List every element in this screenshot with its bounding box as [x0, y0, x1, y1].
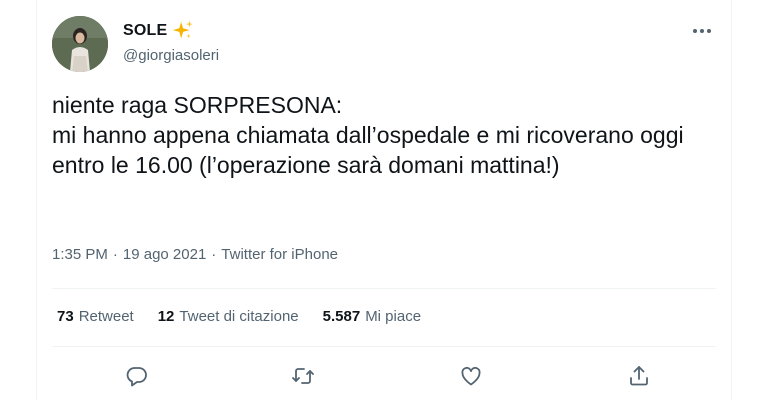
tweet-time[interactable]: 1:35 PM [52, 246, 108, 263]
sparkles-icon [173, 20, 193, 39]
divider [52, 288, 716, 289]
tweet-date[interactable]: 19 ago 2021 [123, 246, 206, 263]
like-label: Mi piace [365, 308, 422, 325]
reply-button[interactable] [123, 362, 151, 390]
meta-separator: · [211, 246, 217, 263]
quote-count-link[interactable]: 12 Tweet di citazione [158, 308, 299, 325]
retweet-count: 73 [57, 308, 74, 325]
user-handle[interactable]: @giorgiasoleri [123, 47, 219, 64]
share-icon [630, 366, 648, 386]
like-count-link[interactable]: 5.587 Mi piace [323, 308, 421, 325]
avatar-photo [52, 16, 108, 72]
retweet-label: Retweet [78, 308, 134, 325]
more-options-button[interactable] [687, 18, 717, 44]
retweet-icon [292, 368, 314, 384]
like-button[interactable] [457, 362, 485, 390]
author-name-row: SOLE [123, 20, 194, 42]
meta-separator: · [112, 246, 118, 263]
like-count: 5.587 [322, 308, 361, 325]
tweet-source[interactable]: Twitter for iPhone [221, 246, 338, 263]
reply-icon [126, 367, 147, 387]
tweet-text: niente raga SORPRESONA: mi hanno appena … [52, 92, 684, 178]
retweet-count-link[interactable]: 73 Retweet [57, 308, 134, 325]
quote-label: Tweet di citazione [179, 308, 299, 325]
display-name[interactable]: SOLE [123, 22, 167, 40]
quote-count: 12 [157, 308, 175, 325]
tweet-metadata: 1:35 PM · 19 ago 2021 · Twitter for iPho… [52, 246, 338, 263]
heart-icon [461, 366, 481, 386]
avatar[interactable] [52, 16, 108, 72]
tweet-card: SOLE @giorgiasoleri niente raga SORPRESO… [36, 0, 732, 400]
divider [52, 346, 716, 347]
engagement-stats: 73 Retweet 12 Tweet di citazione 5.587 M… [57, 308, 421, 325]
more-options-icon [693, 29, 711, 33]
retweet-button[interactable] [289, 362, 317, 390]
share-button[interactable] [625, 362, 653, 390]
action-bar [37, 356, 733, 396]
